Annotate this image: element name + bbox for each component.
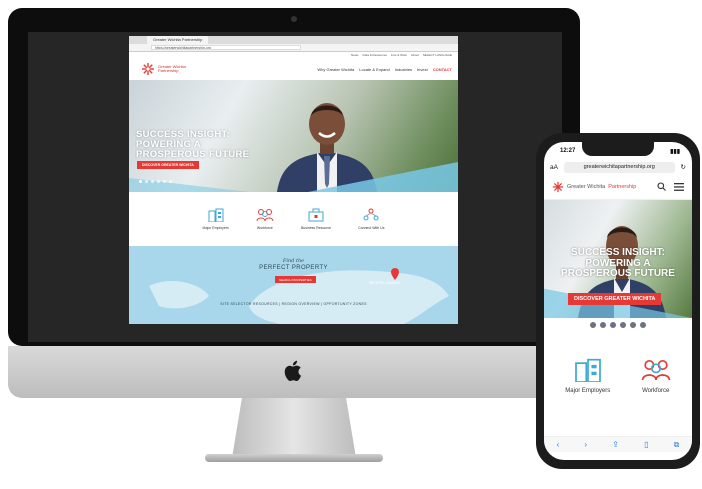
browser-address-bar: https://greaterwichitapartnership.org [129,44,458,52]
quick-link-major-employers[interactable]: Major Employers [203,208,229,230]
tabs-icon[interactable]: ⧉ [674,440,680,450]
office-building-icon [208,208,224,222]
phone-discover-button[interactable]: DISCOVER GREATER WICHITA [568,293,662,305]
quick-links: Major Employers Workforce Business Resou… [129,192,458,246]
carousel-dot[interactable] [151,180,154,183]
phone-quick-link-workforce[interactable]: Workforce [641,358,671,394]
quick-link-connect[interactable]: Connect With Us [358,208,384,230]
site-header: Greater Wichita Partnership Why Greater … [129,58,458,80]
carousel-dot[interactable] [610,322,616,328]
discover-button[interactable]: DISCOVER GREATER WICHITA [137,161,199,169]
quick-link-business-resource[interactable]: Business Resource [301,208,331,230]
map-pin-label: WICHITA, KANSAS [369,281,400,285]
starburst-logo-icon [142,63,154,75]
phone-site-header: Greater Wichita Partnership [544,174,692,200]
property-map-section: Find the PERFECT PROPERTY SEARCH PROPERT… [129,246,458,324]
phone-site-logo[interactable]: Greater Wichita Partnership [552,181,636,193]
site-logo[interactable]: Greater Wichita Partnership [141,62,186,76]
apple-logo-icon [284,360,301,381]
carousel-dot[interactable] [630,322,636,328]
browser-tab[interactable]: Greater Wichita Partnership [147,36,209,44]
map-pin-icon [391,268,399,280]
util-nav-about[interactable]: About [411,53,419,57]
people-icon [641,360,670,381]
util-nav-live-work[interactable]: Live & Work [391,53,407,57]
desktop-browser: Greater Wichita Partnership https://grea… [129,36,458,324]
reader-aa-button[interactable]: aA [550,164,558,171]
safari-toolbar: ‹ › ⇪ ▯ ⧉ [544,436,692,452]
share-icon[interactable]: ⇪ [612,440,619,449]
search-icon[interactable] [657,182,666,191]
url-field[interactable]: https://greaterwichitapartnership.org [151,45,301,50]
carousel-dot[interactable] [620,322,626,328]
phone-quick-link-major-employers[interactable]: Major Employers [565,358,610,394]
carousel-dot[interactable] [157,180,160,183]
status-time: 12:27 [560,148,576,154]
language-select[interactable]: SELECT LANGUAGE [423,53,452,57]
hero-title: SUCCESS INSIGHT: POWERING A PROSPEROUS F… [136,129,250,160]
carousel-dot[interactable] [640,322,646,328]
briefcase-icon [308,208,324,222]
people-icon [256,209,274,222]
nav-locate-expand[interactable]: Locate & Expand [359,67,389,72]
phone-hero-title: SUCCESS INSIGHT: POWERING A PROSPEROUS F… [561,247,675,279]
carousel-dots [139,180,172,183]
quick-link-workforce[interactable]: Workforce [256,208,274,230]
main-nav: Why Greater Wichita Locate & Expand Indu… [317,67,452,72]
phone-browser: 12:27 ▮▮▮ aA greaterwichitapartnership.o… [544,142,692,460]
bookmarks-icon[interactable]: ▯ [644,440,648,449]
reload-icon[interactable]: ↻ [681,163,686,171]
carousel-dot[interactable] [169,180,172,183]
phone-notch [582,142,654,156]
office-building-icon [574,358,601,382]
nav-invest[interactable]: Invest [417,67,428,72]
map-kicker: Find the [282,258,305,264]
phone-carousel-dots [544,318,692,332]
logo-line-2: Partnership [158,68,179,73]
map-footer-links[interactable]: SITE SELECTOR RESOURCES | REGION OVERVIE… [129,302,458,306]
phone-url-field[interactable]: greaterwichitapartnership.org [563,161,675,173]
hero-banner: SUCCESS INSIGHT: POWERING A PROSPEROUS F… [129,80,458,192]
carousel-dot[interactable] [600,322,606,328]
imac-stand-foot [205,454,383,462]
carousel-dot[interactable] [145,180,148,183]
device-mockup: Greater Wichita Partnership https://grea… [0,0,702,489]
nav-industries[interactable]: Industries [395,67,412,72]
util-nav-data[interactable]: Data & Resources [363,53,387,57]
nav-why-wichita[interactable]: Why Greater Wichita [317,67,354,72]
battery-icon: ▮▮▮ [670,148,680,155]
starburst-logo-icon [552,181,564,192]
connect-people-icon [363,208,379,221]
back-icon[interactable]: ‹ [557,440,560,449]
phone-address-bar: aA greaterwichitapartnership.org ↻ [544,160,692,174]
util-nav-news[interactable]: News [351,53,359,57]
imac-camera [291,16,297,22]
search-properties-button[interactable]: SEARCH PROPERTIES [275,276,316,283]
carousel-dot[interactable] [590,322,596,328]
carousel-dot[interactable] [139,180,142,183]
hero-person-photo [277,103,377,192]
imac-stand [232,398,356,458]
phone-hero-banner: SUCCESS INSIGHT: POWERING A PROSPEROUS F… [544,200,692,318]
map-title: PERFECT PROPERTY [259,265,328,271]
carousel-dot[interactable] [163,180,166,183]
browser-tab-bar: Greater Wichita Partnership [129,36,458,44]
forward-icon[interactable]: › [584,440,587,449]
nav-contact[interactable]: CONTACT [433,67,452,72]
phone-quick-links: Major Employers Workforce [544,332,692,394]
hamburger-menu-icon[interactable] [674,182,684,191]
